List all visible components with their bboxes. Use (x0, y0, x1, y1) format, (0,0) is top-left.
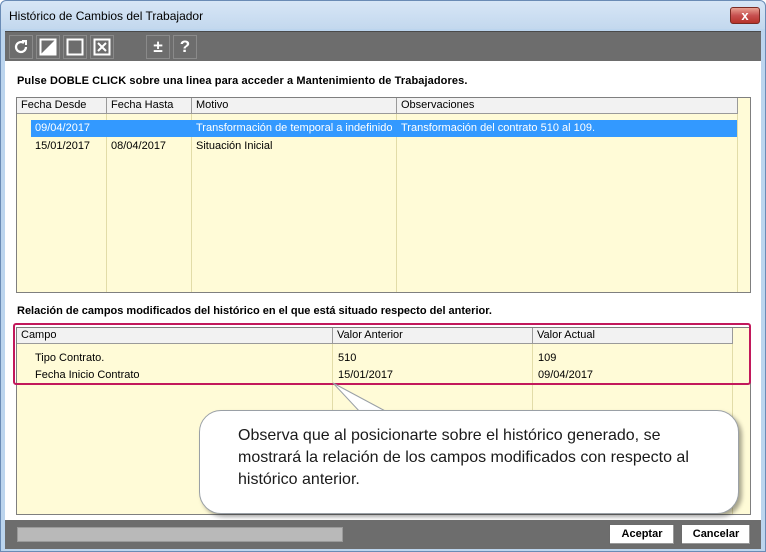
close-button[interactable]: x (730, 7, 760, 24)
refresh-icon (14, 40, 28, 54)
table-row[interactable]: 09/04/2017 Transformación de temporal a … (31, 120, 737, 137)
cell-fecha-hasta (107, 120, 192, 137)
cell-fecha-desde: 09/04/2017 (35, 122, 91, 134)
cell-motivo: Situación Inicial (196, 140, 273, 152)
column-header-fecha-desde[interactable]: Fecha Desde (17, 98, 107, 114)
plus-minus-icon: ± (153, 37, 163, 56)
status-bar: Aceptar Cancelar (5, 520, 761, 549)
toolbar: ± ? (5, 31, 761, 61)
tutorial-callout: Observa que al posicionarte sobre el his… (199, 410, 739, 514)
fields-heading: Relación de campos modificados del histó… (17, 305, 492, 317)
cell-fecha-hasta: 08/04/2017 (111, 140, 167, 152)
cell-observaciones: Transformación del contrato 510 al 109. (401, 122, 596, 134)
title-bar[interactable]: Histórico de Cambios del Trabajador x (1, 1, 765, 29)
column-header-observaciones[interactable]: Observaciones (397, 98, 738, 114)
highlight-annotation (13, 323, 751, 385)
refresh-button[interactable] (9, 35, 33, 59)
history-grid-header: Fecha Desde Fecha Hasta Motivo Observaci… (17, 98, 738, 114)
history-window: Histórico de Cambios del Trabajador x ± … (0, 0, 766, 552)
half-square-button[interactable] (36, 35, 60, 59)
empty-square-icon (66, 38, 84, 56)
cell-observaciones (397, 138, 737, 155)
close-square-icon (93, 38, 111, 56)
new-button[interactable] (63, 35, 87, 59)
help-button[interactable]: ? (173, 35, 197, 59)
progress-bar (17, 527, 343, 542)
plus-minus-button[interactable]: ± (146, 35, 170, 59)
half-square-icon (39, 38, 57, 56)
history-grid[interactable]: Fecha Desde Fecha Hasta Motivo Observaci… (16, 97, 751, 293)
table-row[interactable]: 15/01/2017 08/04/2017 Situación Inicial (31, 138, 737, 155)
cell-fecha-desde: 15/01/2017 (35, 140, 91, 152)
instruction-text: Pulse DOBLE CLICK sobre una linea para a… (17, 75, 468, 87)
column-divider (737, 114, 738, 292)
column-header-motivo[interactable]: Motivo (192, 98, 397, 114)
help-icon: ? (179, 37, 191, 56)
delete-button[interactable] (90, 35, 114, 59)
accept-button[interactable]: Aceptar (609, 524, 675, 545)
window-title: Histórico de Cambios del Trabajador (9, 9, 204, 23)
cell-motivo: Transformación de temporal a indefinido (196, 122, 393, 134)
cancel-button[interactable]: Cancelar (681, 524, 751, 545)
column-header-fecha-hasta[interactable]: Fecha Hasta (107, 98, 192, 114)
